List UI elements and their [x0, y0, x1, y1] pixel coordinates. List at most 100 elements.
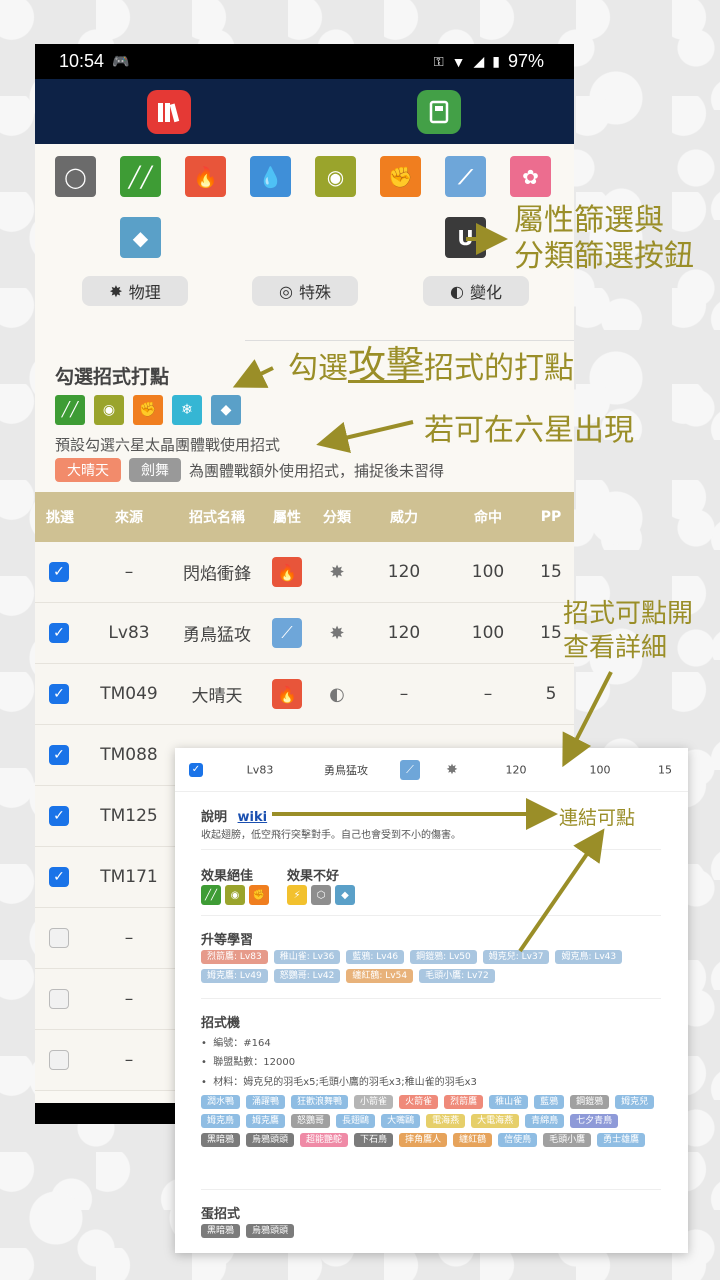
- levelup-chip[interactable]: 烈箭鷹: Lv83: [201, 950, 268, 964]
- type-filter-fire-icon[interactable]: 🔥: [185, 156, 226, 197]
- type-filter-flying-icon[interactable]: ⟋: [445, 156, 486, 197]
- column-header: 威力: [390, 510, 418, 526]
- tm-learner-chip[interactable]: 鋼鎧鴉: [570, 1095, 610, 1109]
- library-button[interactable]: [147, 90, 191, 134]
- tm-learner-chip[interactable]: 下石鳥: [354, 1133, 394, 1147]
- tm-learner-chip[interactable]: 纏紅鶴: [453, 1133, 493, 1147]
- popup-header-row[interactable]: ✓ Lv83 勇鳥猛攻 ⟋ ✸ 120 100 15: [175, 748, 688, 792]
- tm-learner-chip[interactable]: 稚山雀: [489, 1095, 529, 1109]
- battery-icon: ▮: [492, 53, 500, 69]
- tm-learner-chip[interactable]: 超能艷鴕: [300, 1133, 349, 1147]
- tm-learner-chip[interactable]: 信使鳥: [498, 1133, 538, 1147]
- wiki-link[interactable]: wiki: [238, 810, 268, 825]
- tm-learner-chip[interactable]: 毛頭小鷹: [543, 1133, 592, 1147]
- move-power: 120: [387, 562, 421, 582]
- egg-chip[interactable]: 烏鴉頭頭: [246, 1224, 295, 1238]
- row-checkbox[interactable]: ✓: [49, 562, 69, 582]
- type-filter-grass-icon[interactable]: ╱╱: [120, 156, 161, 197]
- coverage-types: ╱╱ ◉ ✊ ❄ ◆: [55, 395, 241, 425]
- tm-learner-chip[interactable]: 電海燕: [426, 1114, 466, 1128]
- category-physical-button[interactable]: ✸ 物理: [82, 276, 188, 306]
- divider: [201, 915, 661, 916]
- popup-source: Lv83: [246, 763, 274, 776]
- column-header: 分類: [323, 510, 351, 526]
- clock: 10:54: [59, 51, 105, 71]
- row-checkbox[interactable]: ✓: [49, 867, 69, 887]
- levelup-title: 升等學習: [201, 933, 254, 948]
- type-filter-dark-icon[interactable]: U: [445, 217, 486, 258]
- levelup-chip[interactable]: 姆克兒: Lv37: [482, 950, 550, 964]
- signal-icon: ◢: [473, 53, 485, 69]
- wifi-icon: ▼: [451, 53, 466, 70]
- tm-learner-chip[interactable]: 大嘴鷗: [381, 1114, 421, 1128]
- category-special-button[interactable]: ◎ 特殊: [252, 276, 358, 306]
- row-checkbox[interactable]: [49, 1050, 69, 1070]
- levelup-chip[interactable]: 姆克鳥: Lv43: [555, 950, 623, 964]
- status-icon: ◐: [450, 281, 464, 301]
- row-checkbox[interactable]: ✓: [49, 684, 69, 704]
- row-checkbox[interactable]: ✓: [49, 623, 69, 643]
- type-filter-fairy-icon[interactable]: ✿: [510, 156, 551, 197]
- tm-learner-chip[interactable]: 黑暗鴉: [201, 1133, 241, 1147]
- tm-learner-chip[interactable]: 狂歡浪舞鴨: [291, 1095, 349, 1109]
- popup-move-name: 勇鳥猛攻: [324, 763, 368, 777]
- category-status-button[interactable]: ◐ 變化: [423, 276, 529, 306]
- physical-icon: ✸: [109, 281, 123, 301]
- move-source: TM171: [100, 867, 158, 887]
- levelup-chip[interactable]: 藍鴉: Lv46: [346, 950, 405, 964]
- super-effective-type-icon: ◉: [225, 885, 245, 905]
- tm-learner-chip[interactable]: 姆克鳥: [201, 1114, 241, 1128]
- popup-pp: 15: [658, 763, 672, 776]
- row-checkbox[interactable]: [49, 928, 69, 948]
- book-button[interactable]: [417, 90, 461, 134]
- tm-learner-chip[interactable]: 火箭雀: [399, 1095, 439, 1109]
- row-checkbox[interactable]: ✓: [49, 806, 69, 826]
- tm-learner-chip[interactable]: 大電海燕: [471, 1114, 520, 1128]
- row-checkbox[interactable]: [49, 989, 69, 1009]
- table-row[interactable]: ✓ – 閃焰衝鋒 🔥 ✸ 120 100 15: [35, 542, 574, 603]
- popup-checkbox[interactable]: ✓: [189, 762, 203, 777]
- super-effective-title: 效果絕佳: [201, 869, 254, 884]
- move-name: 勇鳥猛攻: [183, 625, 251, 646]
- tm-learner-chip[interactable]: 潤水鴨: [201, 1095, 241, 1109]
- physical-icon: ✸: [446, 761, 458, 778]
- tm-learner-chip[interactable]: 涌躍鴨: [246, 1095, 286, 1109]
- type-filter-water-icon[interactable]: 💧: [250, 156, 291, 197]
- tm-learner-chip[interactable]: 烏鴉頭頭: [246, 1133, 295, 1147]
- row-checkbox[interactable]: ✓: [49, 745, 69, 765]
- levelup-chip[interactable]: 纏紅鶴: Lv54: [346, 969, 414, 983]
- table-row[interactable]: ✓ Lv83 勇鳥猛攻 ⟋ ✸ 120 100 15: [35, 603, 574, 664]
- annotation-filter: 屬性篩選與 分類篩選按鈕: [514, 203, 694, 274]
- tm-learner-chip[interactable]: 七夕青鳥: [570, 1114, 619, 1128]
- levelup-chip[interactable]: 稚山雀: Lv36: [273, 950, 341, 964]
- tm-learner-chip[interactable]: 摔角鷹人: [399, 1133, 448, 1147]
- special-icon: ◎: [279, 281, 293, 301]
- levelup-chip[interactable]: 怒鸚哥: Lv42: [273, 969, 341, 983]
- move-power: –: [399, 684, 409, 704]
- tm-learner-chip[interactable]: 怒鸚哥: [291, 1114, 331, 1128]
- type-filter-normal-icon[interactable]: ◯: [55, 156, 96, 197]
- type-filter-bug-icon[interactable]: ◉: [315, 156, 356, 197]
- status-bar: 10:54 🎮 ⚿ ▼ ◢ ▮ 97%: [35, 44, 574, 79]
- super-effective-type-icon: ✊: [249, 885, 269, 905]
- levelup-chip[interactable]: 毛頭小鷹: Lv72: [419, 969, 495, 983]
- divider: [201, 849, 661, 850]
- type-filter-fighting-icon[interactable]: ✊: [380, 156, 421, 197]
- tm-learner-chip[interactable]: 姆克鷹: [246, 1114, 286, 1128]
- app-bar: [35, 79, 574, 144]
- annotation-link: 連結可點: [559, 807, 636, 829]
- egg-chip[interactable]: 黑暗鴉: [201, 1224, 241, 1238]
- tm-learner-chip[interactable]: 小箭雀: [354, 1095, 394, 1109]
- tm-learner-chip[interactable]: 青綿鳥: [525, 1114, 565, 1128]
- move-name: 閃焰衝鋒: [183, 564, 251, 585]
- table-row[interactable]: ✓ TM049 大晴天 🔥 ◐ – – 5: [35, 664, 574, 725]
- levelup-chip[interactable]: 姆克鷹: Lv49: [201, 969, 268, 983]
- tm-learner-chip[interactable]: 長翅鷗: [336, 1114, 376, 1128]
- tm-learner-chip[interactable]: 烈箭鷹: [444, 1095, 484, 1109]
- type-filter-rock-icon[interactable]: ◆: [120, 217, 161, 258]
- column-header: 挑選: [46, 510, 74, 526]
- tm-learner-chip[interactable]: 姆克兒: [615, 1095, 655, 1109]
- tm-learner-chip[interactable]: 藍鴉: [534, 1095, 565, 1109]
- tm-learner-chip[interactable]: 勇士雄鷹: [597, 1133, 646, 1147]
- levelup-chip[interactable]: 鋼鎧鴉: Lv50: [410, 950, 477, 964]
